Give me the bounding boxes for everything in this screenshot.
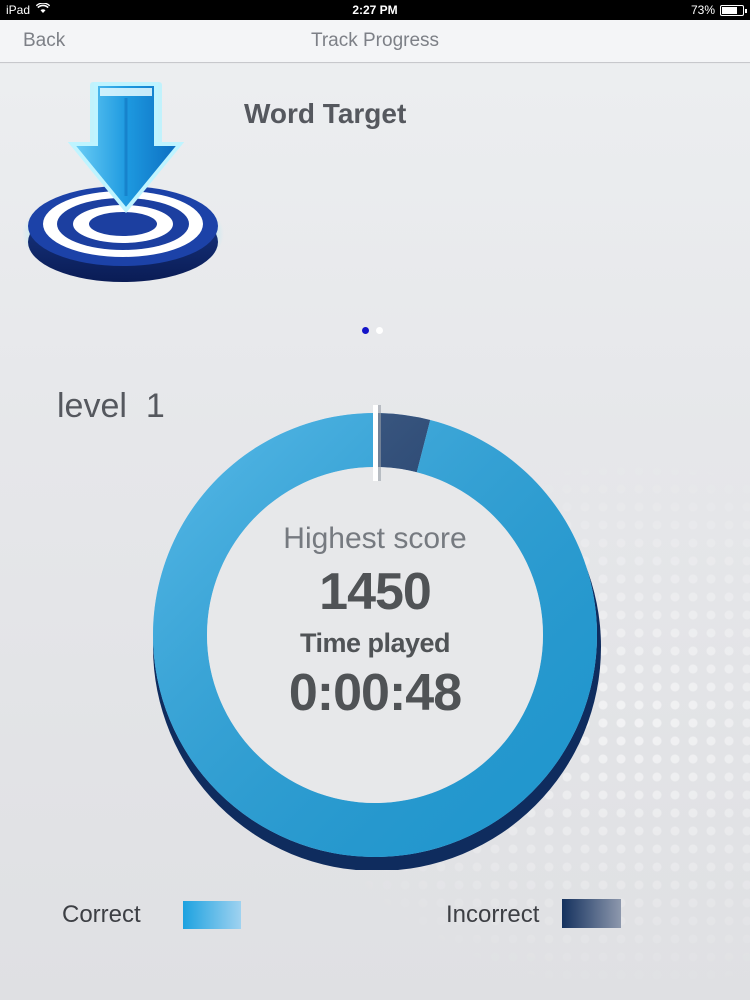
legend-correct-swatch [183,901,241,929]
page-indicator[interactable] [362,327,383,334]
highest-score-value: 1450 [319,563,432,621]
legend-incorrect-swatch [562,899,621,928]
page-dot[interactable] [376,327,383,334]
back-button[interactable]: Back [23,30,65,52]
arrow-target-icon [22,78,227,283]
battery-percent: 73% [690,3,715,17]
legend-incorrect-label: Incorrect [446,901,540,928]
page-dot-active[interactable] [362,327,369,334]
status-right: 73% [690,3,747,17]
status-time: 2:27 PM [352,3,398,17]
nav-title: Track Progress [310,30,440,51]
battery-icon [720,4,747,16]
time-played-value: 0:00:48 [288,664,462,722]
app-name: Word Target [244,98,407,129]
score-summary: Highest score 1450 Time played 0:00:48 [225,522,525,723]
ring-start-marker-shadow [378,405,381,481]
content-area: Word Target level 1 Highest score 1450 T… [0,64,750,1000]
ring-start-marker [373,405,378,481]
highest-score-label: Highest score [283,522,467,555]
time-played-label: Time played [299,628,451,658]
status-bar: iPad 2:27 PM 73% [0,0,750,20]
legend-correct-label: Correct [62,901,141,928]
battery-fill [722,6,737,14]
nav-bar: Back Track Progress [0,20,750,63]
